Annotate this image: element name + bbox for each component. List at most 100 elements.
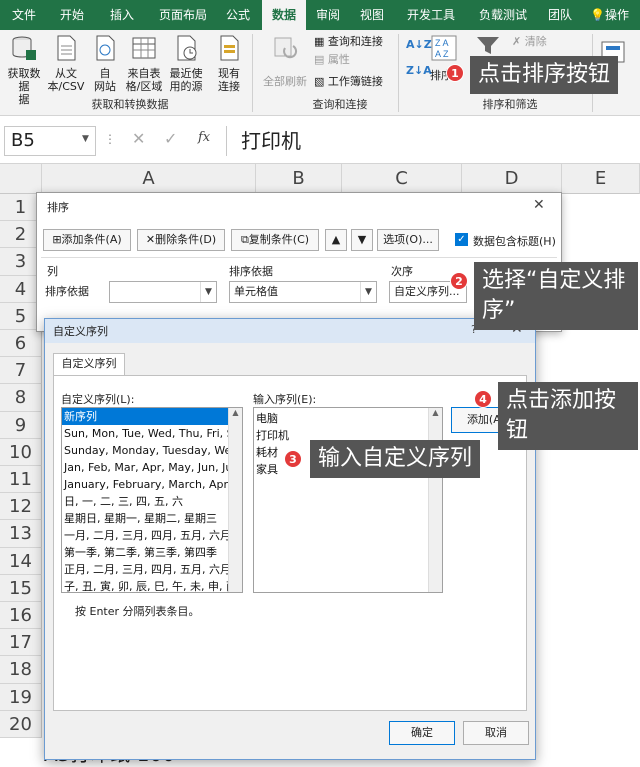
from-table-label: 来自表	[127, 67, 161, 80]
custom-list-item[interactable]: 正月, 二月, 三月, 四月, 五月, 六月	[62, 561, 242, 578]
tab-insert[interactable]: 插入	[100, 0, 144, 30]
tab-view[interactable]: 视图	[354, 0, 390, 30]
row-header[interactable]: 17	[0, 629, 42, 657]
column-header-c[interactable]: C	[342, 164, 462, 194]
refresh-all-button[interactable]: 全部刷新	[258, 34, 312, 88]
custom-list-item[interactable]: 新序列	[62, 408, 242, 425]
sort-button[interactable]: Z AA Z 排序	[430, 34, 460, 92]
scroll-up-icon[interactable]: ▲	[429, 408, 442, 417]
recent-sources-button[interactable]: 最近使 用的源	[166, 34, 206, 93]
tab-custom-lists[interactable]: 自定义序列	[53, 353, 125, 375]
tab-home[interactable]: 开始	[52, 0, 92, 30]
tab-tell-me[interactable]: 💡操作说明	[590, 0, 640, 52]
custom-list-item[interactable]: Jan, Feb, Mar, Apr, May, Jun, Jul	[62, 459, 242, 476]
row-header[interactable]: 16	[0, 602, 42, 630]
entries-textarea[interactable]: 电脑 打印机 耗材 家具 ▲	[253, 407, 443, 593]
get-data-label: 获取数据	[7, 67, 41, 93]
tab-file[interactable]: 文件	[4, 0, 44, 30]
entry-line: 电脑	[256, 412, 278, 425]
from-table-button[interactable]: 来自表 格/区域	[124, 34, 164, 93]
scroll-up-icon[interactable]: ▲	[229, 408, 242, 417]
lightbulb-icon: 💡	[590, 8, 605, 22]
delete-condition-button[interactable]: ✕删除条件(D)	[137, 229, 225, 251]
callout-click-sort: 点击排序按钮	[470, 56, 619, 94]
row-header[interactable]: 13	[0, 520, 42, 548]
column-header-e[interactable]: E	[562, 164, 640, 194]
filter-icon[interactable]	[476, 36, 502, 56]
row-header[interactable]: 12	[0, 493, 42, 521]
tab-load-test[interactable]: 负载测试	[470, 0, 536, 30]
sort-dialog-title: 排序	[47, 201, 69, 214]
select-all-corner[interactable]	[0, 164, 42, 194]
svg-text:Z A: Z A	[435, 38, 449, 48]
custom-list-item[interactable]: 日, 一, 二, 三, 四, 五, 六	[62, 493, 242, 510]
cancel-button[interactable]: 取消	[463, 721, 529, 745]
row-header[interactable]: 19	[0, 683, 42, 711]
row-header[interactable]: 8	[0, 384, 42, 412]
arrow-up-icon: ▲	[331, 233, 341, 246]
custom-list-item[interactable]: 星期日, 星期一, 星期二, 星期三	[62, 510, 242, 527]
workbook-links-button[interactable]: ▧ 工作簿链接	[314, 74, 383, 90]
divider	[41, 257, 557, 258]
tab-review[interactable]: 审阅	[310, 0, 346, 30]
tab-data[interactable]: 数据	[262, 0, 306, 30]
column-header-b[interactable]: B	[256, 164, 342, 194]
custom-list-item[interactable]: Sun, Mon, Tue, Wed, Thu, Fri, Sat	[62, 425, 242, 442]
move-down-button[interactable]: ▼	[351, 229, 373, 251]
column-header-d[interactable]: D	[462, 164, 562, 194]
row-header[interactable]: 20	[0, 710, 42, 738]
clear-filter-button[interactable]: ✗ 清除	[512, 34, 547, 50]
ok-button[interactable]: 确定	[389, 721, 455, 745]
custom-list-item[interactable]: Sunday, Monday, Tuesday, Wednesday	[62, 442, 242, 459]
tab-formulas[interactable]: 公式	[218, 0, 258, 30]
row-header[interactable]: 9	[0, 411, 42, 439]
row-header[interactable]: 7	[0, 357, 42, 385]
formula-input[interactable]: 打印机	[226, 126, 636, 156]
row-header[interactable]: 10	[0, 438, 42, 466]
from-web-button[interactable]: 自 网站	[90, 34, 120, 93]
row-header[interactable]: 18	[0, 656, 42, 684]
tab-developer[interactable]: 开发工具	[398, 0, 464, 30]
properties-button[interactable]: ▤ 属性	[314, 52, 350, 68]
row-header[interactable]: 6	[0, 330, 42, 358]
ribbon-separator	[398, 34, 399, 112]
sort-column-select[interactable]: ▼	[109, 281, 217, 303]
from-table-label2: 格/区域	[125, 80, 163, 93]
move-up-button[interactable]: ▲	[325, 229, 347, 251]
sort-az-icon[interactable]: A↓Z	[406, 38, 432, 51]
from-text-button[interactable]: 从文 本/CSV	[46, 34, 86, 93]
insert-function-icon[interactable]: fx	[198, 130, 210, 145]
table-icon	[132, 37, 156, 59]
row-header[interactable]: 11	[0, 466, 42, 494]
has-header-checkbox[interactable]: ✓	[455, 233, 468, 246]
scrollbar[interactable]: ▲	[428, 408, 442, 592]
custom-list-item[interactable]: 一月, 二月, 三月, 四月, 五月, 六月	[62, 527, 242, 544]
sort-on-select[interactable]: 单元格值 ▼	[229, 281, 377, 303]
get-data-button[interactable]: 获取数据 据	[4, 34, 44, 106]
custom-list-item[interactable]: January, February, March, April	[62, 476, 242, 493]
sort-za-icon[interactable]: Z↓A	[406, 64, 432, 77]
tab-page-layout[interactable]: 页面布局	[150, 0, 216, 30]
confirm-entry-icon[interactable]: ✓	[164, 129, 177, 148]
custom-list-item[interactable]: 子, 丑, 寅, 卯, 辰, 巳, 午, 未, 申, 酉	[62, 578, 242, 592]
add-condition-button[interactable]: ⊞添加条件(A)	[43, 229, 131, 251]
custom-lists-listbox[interactable]: 新序列 Sun, Mon, Tue, Wed, Thu, Fri, Sat Sund…	[61, 407, 243, 593]
chevron-down-icon: ▼	[200, 282, 216, 302]
scrollbar[interactable]: ▲	[228, 408, 242, 592]
close-icon[interactable]: ✕	[533, 197, 545, 213]
has-header-label: 数据包含标题(H)	[473, 235, 556, 248]
cancel-entry-icon[interactable]: ✕	[132, 129, 145, 148]
tab-team[interactable]: 团队	[540, 0, 580, 30]
existing-label: 现有	[218, 67, 240, 80]
queries-connections-button[interactable]: ▦ 查询和连接	[314, 34, 383, 50]
row-header[interactable]: 14	[0, 547, 42, 575]
column-header-a[interactable]: A	[42, 164, 256, 194]
row-header[interactable]: 15	[0, 574, 42, 602]
existing-connections-button[interactable]: 现有 连接	[212, 34, 246, 93]
name-box-dropdown-icon[interactable]: ▼	[82, 134, 89, 144]
custom-list-item[interactable]: 第一季, 第二季, 第三季, 第四季	[62, 544, 242, 561]
options-button[interactable]: 选项(O)...	[377, 229, 439, 251]
copy-condition-button[interactable]: ⧉复制条件(C)	[231, 229, 319, 251]
custom-lists-label: 自定义序列(L):	[61, 393, 135, 406]
sort-on-header-label: 排序依据	[229, 265, 273, 278]
